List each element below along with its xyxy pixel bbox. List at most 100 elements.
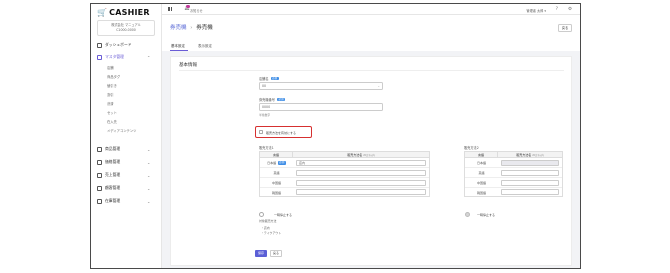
sidebar-subitem-media[interactable]: メディアコンテンツ (107, 128, 136, 133)
row-language: 英語 (273, 171, 280, 175)
sidebar-item-label: ダッシュボード (105, 42, 132, 47)
required-badge: 必須 (270, 76, 279, 81)
sales-method-name-input[interactable] (501, 159, 559, 166)
store-select-value: 00 (262, 84, 267, 88)
row-language: 韓国語 (476, 190, 486, 195)
table-row: 韓国語 (465, 188, 562, 198)
row-language: 日本語 (476, 161, 486, 165)
page-title: 券売機 (196, 25, 213, 31)
breadcrumb: 券売機 › 券売機 (170, 23, 213, 31)
sales-method-name-input[interactable]: 店内 (296, 159, 426, 166)
row-language: 日本語 必須 (267, 161, 286, 165)
row-language: 英語 (478, 171, 485, 175)
section-title: 基本情報 (179, 63, 197, 68)
sidebar-item-dashboard[interactable]: ダッシュボード (97, 42, 132, 48)
sales-method-2-title: 販売方法2 (464, 146, 479, 150)
sidebar-item-label: 顧客管理 (105, 185, 121, 190)
store-selector[interactable]: 株式会社 マニュアル C1000-0000 (97, 20, 155, 36)
sidebar-subitem-discount[interactable]: 値引き (107, 83, 117, 88)
sales-method-name-input[interactable] (296, 179, 426, 186)
sidebar-item-prices[interactable]: 価格管理 ⌄ (97, 159, 150, 165)
chevron-down-icon: ⌄ (147, 198, 151, 204)
sales-method-name-input[interactable] (501, 169, 559, 176)
pause-toggle-2[interactable] (465, 212, 470, 217)
app-logo[interactable]: 🛒 CASHIER (97, 8, 150, 17)
sidebar-subitem-payment[interactable]: 決済 (107, 101, 114, 106)
table-row: 中国語 (465, 178, 562, 188)
sidebar-item-label: 在庫管理 (105, 198, 121, 203)
sidebar-item-stock[interactable]: 在庫管理 ⌄ (97, 198, 150, 204)
user-menu[interactable]: 管理者 太郎 ▾ (526, 8, 546, 13)
sales-method-1-title: 販売方法1 (259, 146, 274, 150)
sales-method-2-table: 言語 販売方法名 20文字以内 日本語 英語 中国語 韓国語 (464, 151, 563, 197)
chevron-down-icon: ⌄ (147, 185, 151, 191)
sidebar-item-label: 価格管理 (105, 159, 121, 164)
menu-grid-icon[interactable] (168, 7, 173, 11)
sidebar-subitem-store[interactable]: 店舗 (107, 65, 114, 70)
sidebar-subitem-supplier[interactable]: 在入先 (107, 119, 117, 124)
sidebar-subitem-set[interactable]: セット (107, 110, 117, 115)
product-icon (97, 146, 102, 152)
notification-label[interactable]: お知らせ (190, 8, 203, 13)
notification-badge (186, 4, 190, 8)
chevron-down-icon: ⌄ (147, 172, 151, 178)
enable-sales-method-checkbox[interactable] (259, 130, 263, 134)
sales-icon (97, 172, 102, 178)
table-row: 中国語 (260, 178, 429, 188)
top-header: 🔔︎ お知らせ 管理者 太郎 ▾ ? ⚙ (162, 4, 580, 15)
target-method-item: ・店内 (261, 226, 270, 230)
tab-basic-settings[interactable]: 基本設定 (171, 44, 185, 49)
sidebar-item-label: マスタ管理 (105, 54, 124, 59)
ticket-number-input[interactable]: 0000 (259, 103, 383, 111)
back-button[interactable]: 戻る (558, 24, 572, 32)
pause-toggle-1[interactable] (259, 212, 264, 217)
table-row: 日本語 必須 店内 (260, 158, 429, 168)
sidebar-subitem-tag[interactable]: 商品タグ (107, 74, 120, 79)
form-card: 基本情報 店舗名 必須 00 ⌄ 券売機番号 必須 0000 半角数字 販売方法… (170, 56, 572, 266)
ticket-number-hint: 半角数字 (259, 113, 271, 117)
pause-label-2: 一時停止する (477, 213, 496, 217)
target-method-title: 対象販売方法 (259, 219, 277, 223)
page-header: 券売機 › 券売機 戻る 基本設定 表示設定 (162, 15, 580, 51)
sales-method-name-input[interactable] (501, 179, 559, 186)
row-language: 中国語 (271, 181, 281, 185)
sidebar-subitem-rate-discount[interactable]: 割引 (107, 92, 114, 97)
sales-method-name-input[interactable] (296, 189, 426, 195)
chevron-down-icon: ⌄ (147, 159, 151, 165)
table-row: 韓国語 (260, 188, 429, 198)
cart-icon: 🛒 (97, 8, 108, 17)
sidebar-item-label: 売上管理 (105, 172, 121, 177)
save-button[interactable]: 保存 (255, 250, 267, 257)
table-row: 日本語 (465, 158, 562, 168)
sales-method-name-input[interactable] (296, 169, 426, 176)
price-icon (97, 159, 102, 165)
sidebar: 🛒 CASHIER 株式会社 マニュアル C1000-0000 ダッシュボード … (91, 4, 162, 268)
stock-icon (97, 198, 102, 204)
row-language: 韓国語 (271, 190, 281, 195)
help-icon[interactable]: ? (556, 7, 558, 12)
customer-icon (97, 185, 102, 191)
sales-method-name-input[interactable] (501, 189, 559, 195)
breadcrumb-parent[interactable]: 券売機 (170, 25, 187, 31)
table-row: 英語 (465, 168, 562, 178)
app-window: 🛒 CASHIER 株式会社 マニュアル C1000-0000 ダッシュボード … (90, 3, 581, 269)
ticket-number-label: 券売機番号 必須 (259, 97, 286, 102)
chevron-down-icon: ⌄ (377, 84, 380, 88)
sidebar-item-master[interactable]: マスタ管理 ⌃ (97, 54, 150, 60)
breadcrumb-separator: › (190, 25, 193, 31)
sidebar-item-customers[interactable]: 顧客管理 ⌄ (97, 185, 150, 191)
target-method-item: ・テイクアウト (261, 231, 282, 235)
dashboard-icon (97, 42, 102, 48)
store-select[interactable]: 00 ⌄ (259, 82, 383, 90)
pause-label-1: 一時停止する (274, 213, 293, 217)
section-divider (179, 70, 564, 71)
cancel-button[interactable]: 戻る (270, 250, 282, 257)
table-row: 英語 (260, 168, 429, 178)
logo-text: CASHIER (109, 8, 150, 17)
gear-icon[interactable]: ⚙ (568, 7, 572, 12)
sidebar-item-sales[interactable]: 売上管理 ⌄ (97, 172, 150, 178)
sales-method-1-table: 言語 販売方法名 20文字以内 日本語 必須 店内 英語 中国語 韓国語 (259, 151, 430, 197)
tab-display-settings[interactable]: 表示設定 (198, 44, 212, 49)
sidebar-item-products[interactable]: 商品管理 ⌄ (97, 146, 150, 152)
required-badge: 必須 (277, 161, 286, 165)
